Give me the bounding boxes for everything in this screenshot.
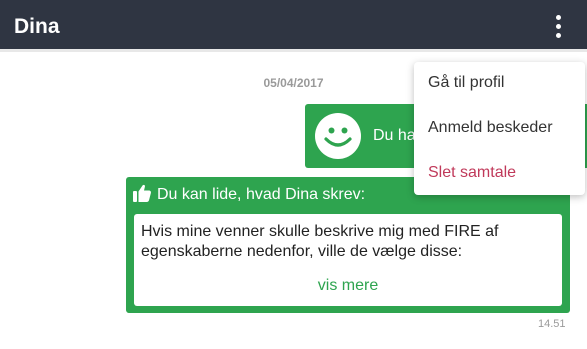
conversation-dropdown-menu: Gå til profil Anmeld beskeder Slet samta…: [414, 62, 585, 195]
like-card-heading: Du kan lide, hvad Dina skrev:: [157, 186, 366, 203]
chat-header: Dina: [0, 0, 587, 52]
kebab-dot: [556, 15, 561, 20]
quoted-message-text: Hvis mine venner skulle beskrive mig med…: [141, 223, 499, 260]
more-vertical-icon[interactable]: [548, 12, 570, 42]
smiley-icon: [315, 113, 361, 159]
menu-item-report-messages[interactable]: Anmeld beskeder: [428, 119, 553, 137]
message-timestamp: 14.51: [538, 318, 566, 330]
like-notification-card: Du kan lide, hvad Dina skrev: Hvis mine …: [126, 177, 570, 313]
kebab-dot: [556, 33, 561, 38]
thumbs-up-icon: [132, 183, 152, 208]
like-card-header: Du kan lide, hvad Dina skrev:: [132, 184, 365, 206]
kebab-dot: [556, 24, 561, 29]
contact-name[interactable]: Dina: [14, 15, 60, 39]
smile-message-text: Du ha: [373, 127, 416, 144]
quoted-message: Hvis mine venner skulle beskrive mig med…: [134, 214, 562, 306]
show-more-link[interactable]: vis mere: [134, 277, 562, 295]
menu-item-go-to-profile[interactable]: Gå til profil: [428, 74, 504, 92]
menu-item-delete-conversation[interactable]: Slet samtale: [428, 164, 516, 182]
